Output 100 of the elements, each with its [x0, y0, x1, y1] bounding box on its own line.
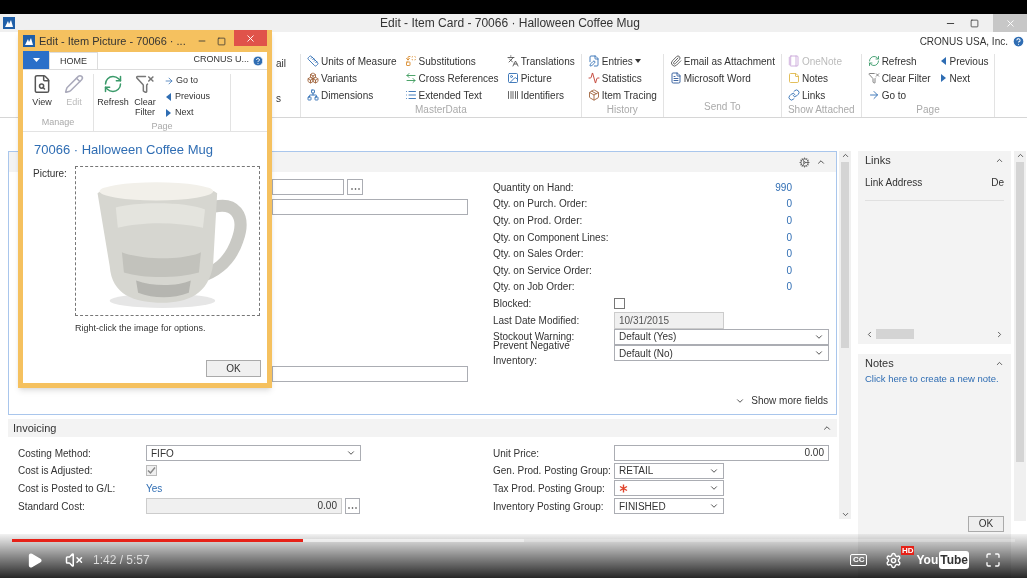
ribbon-button[interactable]: Identifiers — [506, 88, 575, 102]
text-field[interactable] — [272, 199, 468, 215]
settings-icon[interactable] — [885, 551, 903, 569]
filter-clear-icon — [135, 74, 155, 94]
fullscreen-icon[interactable] — [985, 552, 1001, 568]
number-field: 0.00 — [146, 498, 342, 515]
ribbon-button[interactable]: Variants — [307, 71, 397, 85]
paperclip-icon — [669, 55, 682, 67]
dropdown[interactable]: Default (Yes) — [614, 328, 829, 345]
ribbon-button[interactable]: Next — [938, 71, 989, 85]
help-icon[interactable] — [252, 55, 264, 67]
field-label: Qty. on Component Lines: — [493, 230, 610, 245]
time-display: 1:42 / 5:57 — [93, 552, 150, 569]
network-icon — [307, 89, 319, 101]
ribbon-button[interactable]: Clear Filter — [132, 74, 158, 120]
ribbon-button[interactable]: Entries — [587, 54, 657, 68]
ok-button[interactable]: OK — [968, 516, 1004, 532]
file-pen-icon — [587, 55, 600, 67]
ribbon-button[interactable]: Links — [787, 88, 842, 102]
field-value[interactable]: 0 — [614, 213, 792, 228]
lookup-button[interactable] — [345, 498, 360, 515]
field-value[interactable]: 0 — [614, 246, 792, 262]
chevron-left-icon[interactable] — [865, 329, 874, 339]
chevron-up-icon — [822, 423, 832, 433]
ok-button[interactable]: OK — [206, 360, 261, 377]
field-label: Tax Prod. Posting Group: — [493, 482, 606, 496]
field-label: Unit Price: — [493, 446, 541, 461]
ribbon-button[interactable]: Cross References — [404, 71, 499, 85]
panel-title: Notes — [865, 355, 894, 371]
ribbon-button[interactable]: Refresh — [867, 54, 931, 68]
restore-icon[interactable] — [970, 18, 979, 28]
lookup-button[interactable] — [347, 179, 363, 195]
group-label: History — [605, 103, 639, 117]
ribbon-tab[interactable]: HOME — [49, 52, 98, 69]
mute-icon[interactable] — [65, 551, 83, 569]
swap-arrows-icon — [404, 72, 417, 84]
ribbon-button[interactable]: Go to — [867, 88, 931, 102]
ribbon-button[interactable]: Go to — [164, 74, 210, 88]
field-value[interactable]: 0 — [614, 229, 792, 245]
ribbon-button[interactable]: Translations — [506, 54, 575, 68]
group-label: Page — [150, 120, 174, 133]
scrollbar[interactable] — [839, 151, 851, 519]
captions-button[interactable]: CC — [849, 554, 868, 566]
chevron-up-icon[interactable] — [816, 157, 826, 167]
ribbon-button[interactable]: Statistics — [587, 71, 657, 85]
ribbon-item[interactable]: ail — [276, 56, 300, 71]
package-icon — [587, 89, 600, 101]
ribbon-button[interactable]: Dimensions — [307, 88, 397, 102]
app-logo-icon — [3, 17, 15, 29]
field-value[interactable]: 0 — [614, 262, 792, 278]
dropdown[interactable]: FIFO — [146, 445, 361, 462]
gears-icon[interactable] — [799, 156, 810, 168]
ribbon-button[interactable]: Units of Measure — [307, 54, 397, 68]
required-asterisk-icon — [619, 484, 628, 493]
checkbox[interactable] — [614, 297, 625, 309]
ribbon-button[interactable]: Clear Filter — [867, 71, 931, 85]
show-more-link[interactable]: Show more fields — [735, 393, 828, 408]
dropdown[interactable]: RETAIL — [614, 462, 724, 479]
ribbon-button[interactable]: Previous — [164, 90, 210, 104]
number-field[interactable]: 0.00 — [614, 445, 829, 462]
languages-icon — [506, 55, 519, 67]
chevron-right-icon[interactable] — [995, 329, 1004, 339]
checkbox[interactable] — [146, 465, 157, 477]
text-field[interactable] — [272, 366, 468, 382]
ribbon-button[interactable]: Item Tracing — [587, 88, 657, 102]
help-icon[interactable] — [1012, 34, 1025, 48]
field-value[interactable]: Yes — [146, 481, 163, 496]
ribbon-button[interactable]: Extended Text — [404, 88, 499, 102]
field-label: Qty. on Job Order: — [493, 280, 576, 295]
progress-track[interactable] — [12, 539, 1015, 542]
text-field[interactable] — [272, 179, 344, 195]
scrollbar[interactable] — [1014, 151, 1026, 521]
ribbon-button[interactable]: View — [29, 74, 55, 116]
ribbon-button[interactable]: Next — [164, 106, 210, 120]
triangle-left-icon — [164, 92, 173, 102]
field-value[interactable]: 0 — [614, 196, 792, 212]
window-title: Edit - Item Picture - 70066 · ... — [39, 33, 186, 49]
ribbon-button[interactable]: Email as Attachment — [669, 54, 775, 68]
dropdown[interactable] — [614, 480, 724, 497]
ribbon-button[interactable]: Picture — [506, 71, 575, 85]
close-button[interactable] — [234, 30, 267, 46]
field-label: Cost is Posted to G/L: — [18, 482, 117, 496]
field-label: Quantity on Hand: — [493, 180, 575, 195]
section-header[interactable]: Invoicing — [8, 419, 837, 437]
play-icon[interactable] — [26, 551, 43, 569]
dropdown[interactable]: Default (No) — [614, 345, 829, 362]
field-label: Blocked: — [493, 296, 533, 311]
panel-title: Links — [865, 152, 891, 168]
maximize-icon[interactable] — [217, 36, 226, 46]
scroll-thumb[interactable] — [876, 329, 914, 339]
create-note-link[interactable]: Click here to create a new note. — [865, 372, 1004, 387]
ribbon-button[interactable]: Previous — [938, 54, 989, 68]
ribbon-item[interactable]: s — [276, 91, 300, 106]
field-value[interactable]: 0 — [614, 279, 792, 295]
ribbon-button[interactable]: Substitutions — [404, 54, 499, 68]
field-value[interactable]: 990 — [614, 179, 792, 195]
ribbon-button[interactable]: Microsoft Word — [669, 71, 775, 85]
ribbon-button[interactable]: Notes — [787, 71, 842, 85]
dropdown[interactable]: FINISHED — [614, 498, 724, 515]
menu-button[interactable] — [23, 51, 49, 69]
